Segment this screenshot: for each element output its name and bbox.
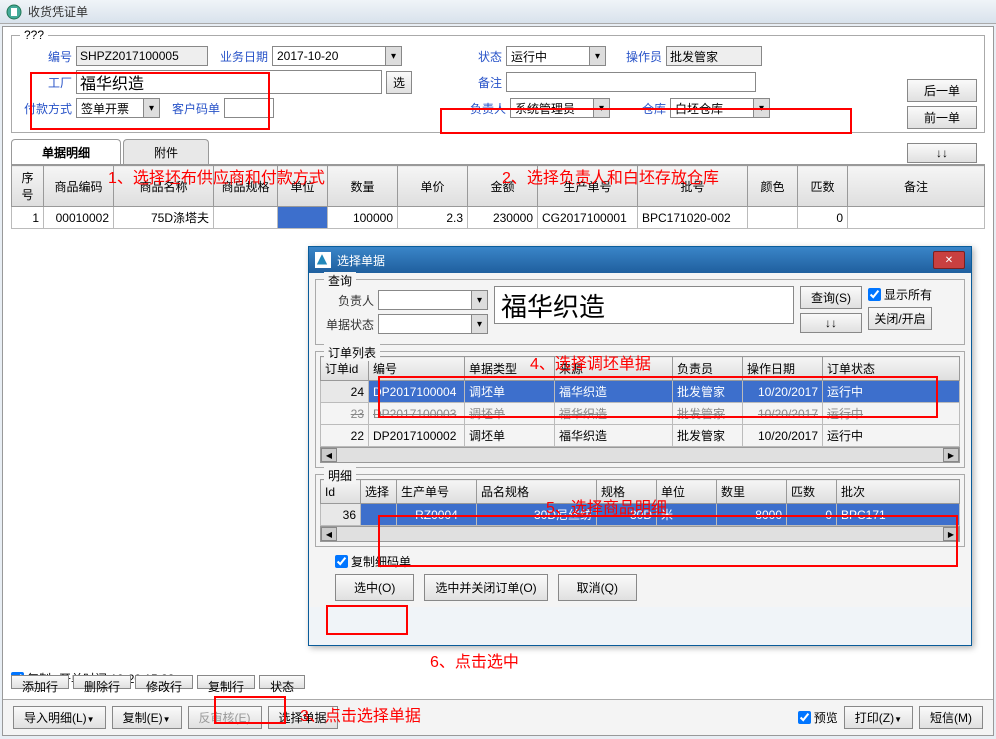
nav-buttons-column: 后一单 前一单 ↓↓	[907, 79, 977, 163]
copyrow-button[interactable]: 复制行	[197, 675, 255, 689]
customercode-label: 客户码单	[164, 100, 220, 117]
tab-attach[interactable]: 附件	[123, 139, 209, 164]
status-dropdown[interactable]: 运行中	[506, 46, 606, 66]
dialog-title-bar: 选择单据 ✕	[309, 247, 971, 273]
table-row[interactable]: 22 DP2017100002 调坯单 福华织造 批发管家 10/20/2017…	[321, 425, 960, 447]
paymethod-label: 付款方式	[20, 100, 72, 117]
col-dbatch[interactable]: 批次	[837, 480, 960, 504]
dlg-status-label: 单据状态	[322, 316, 374, 333]
col-dqty[interactable]: 数里	[717, 480, 787, 504]
remark-label: 备注	[450, 74, 502, 91]
dialog-icon	[315, 252, 331, 268]
col-dsel[interactable]: 选择	[361, 480, 397, 504]
annotation-6: 6、点击选中	[430, 648, 519, 672]
col-remark[interactable]: 备注	[848, 166, 985, 207]
col-orderno[interactable]: 编号	[369, 357, 465, 381]
query-legend: 查询	[324, 272, 356, 289]
table-row[interactable]: 23 DP2017100003 调坯单 福华织造 批发管家 10/20/2017…	[321, 403, 960, 425]
pick-factory-button[interactable]: 选	[386, 71, 412, 94]
header-legend: ???	[20, 28, 48, 42]
col-code[interactable]: 商品编码	[44, 166, 114, 207]
tab-detail[interactable]: 单据明细	[11, 139, 121, 164]
header-fieldset: ??? 编号 业务日期 2017-10-20 状态 运行中 操作员 工厂 选 备…	[11, 35, 985, 133]
showall-checkbox[interactable]: 显示所有	[868, 286, 932, 303]
col-dpi[interactable]: 匹数	[787, 480, 837, 504]
orderlist-legend: 订单列表	[324, 344, 380, 361]
dlg-cancel-button[interactable]: 取消(Q)	[558, 574, 637, 601]
customercode-input[interactable]	[224, 98, 274, 118]
dlg-select-close-button[interactable]: 选中并关闭订单(O)	[424, 574, 547, 601]
select-doc-dialog: 选择单据 ✕ 查询 负责人 单据状态	[308, 246, 972, 646]
annotation-3: 3、点击选择单据	[300, 702, 421, 726]
table-row[interactable]: 24 DP2017100004 调坯单 福华织造 批发管家 10/20/2017…	[321, 381, 960, 403]
dlg-responsible-dropdown[interactable]	[378, 290, 488, 310]
print-button[interactable]: 打印(Z)▼	[844, 706, 913, 729]
serial-label: 编号	[20, 48, 72, 65]
dlg-responsible-label: 负责人	[322, 292, 374, 309]
query-fieldset: 查询 负责人 单据状态	[315, 279, 965, 345]
col-orderstatus[interactable]: 订单状态	[823, 357, 960, 381]
orderlist-scrollbar[interactable]: ◀▶	[320, 447, 960, 463]
col-pi[interactable]: 匹数	[798, 166, 848, 207]
table-row[interactable]: 1 00010002 75D涤塔夫 100000 2.3 230000 CG20…	[12, 207, 985, 229]
bizdate-label: 业务日期	[212, 48, 268, 65]
col-opdate[interactable]: 操作日期	[743, 357, 823, 381]
review-button: 反审核(E)	[188, 706, 262, 729]
annotation-5: 5、选择商品明细	[546, 494, 667, 518]
bottom-bar: 导入明细(L)▼ 复制(E)▼ 反审核(E) 选择单据 预览 打印(Z)▼ 短信…	[3, 699, 993, 735]
responsible-label: 负责人	[454, 100, 506, 117]
close-icon[interactable]: ✕	[933, 251, 965, 269]
dialog-body: 查询 负责人 单据状态	[309, 273, 971, 607]
addrow-button[interactable]: 添加行	[11, 675, 69, 689]
col-seq[interactable]: 序号	[12, 166, 44, 207]
dlg-query-button[interactable]: 查询(S)	[800, 286, 862, 309]
col-qty[interactable]: 数量	[328, 166, 398, 207]
copy-detail-checkbox[interactable]: 复制细码单	[335, 553, 411, 570]
paymethod-dropdown[interactable]: 签单开票	[76, 98, 160, 118]
warehouse-dropdown[interactable]: 白坯仓库	[670, 98, 770, 118]
remark-input[interactable]	[506, 72, 756, 92]
dialog-title: 选择单据	[337, 252, 385, 269]
import-button[interactable]: 导入明细(L)▼	[13, 706, 106, 729]
col-color[interactable]: 颜色	[748, 166, 798, 207]
col-price[interactable]: 单价	[398, 166, 468, 207]
annotation-1: 1、选择坯布供应商和付款方式	[108, 164, 325, 188]
status-label: 状态	[450, 48, 502, 65]
annotation-4: 4、选择调坯单据	[530, 350, 651, 374]
sms-button[interactable]: 短信(M)	[919, 706, 983, 729]
dlg-search-input[interactable]	[494, 286, 794, 324]
delrow-button[interactable]: 删除行	[73, 675, 131, 689]
responsible-dropdown[interactable]: 系统管理员	[510, 98, 610, 118]
col-dprodno[interactable]: 生产单号	[397, 480, 477, 504]
preview-checkbox[interactable]: 预览	[798, 709, 838, 726]
prev-doc-button[interactable]: 前一单	[907, 106, 977, 129]
window-title: 收货凭证单	[28, 3, 88, 20]
factory-label: 工厂	[20, 74, 72, 91]
operator-input	[666, 46, 762, 66]
arrows-button[interactable]: ↓↓	[907, 143, 977, 163]
annotation-2: 2、选择负责人和白坯存放仓库	[502, 164, 719, 188]
editrow-button[interactable]: 修改行	[135, 675, 193, 689]
factory-input[interactable]	[76, 70, 382, 94]
app-icon	[6, 4, 22, 20]
detaillist-scrollbar[interactable]: ◀▶	[320, 526, 960, 542]
operator-label: 操作员	[610, 48, 662, 65]
col-orderresp[interactable]: 负责员	[673, 357, 743, 381]
dlg-select-button[interactable]: 选中(O)	[335, 574, 414, 601]
window-title-bar: 收货凭证单	[0, 0, 996, 24]
dlg-status-dropdown[interactable]	[378, 314, 488, 334]
dlg-arrows-button[interactable]: ↓↓	[800, 313, 862, 333]
detaillist-legend: 明细	[324, 467, 356, 484]
copy-button[interactable]: 复制(E)▼	[112, 706, 182, 729]
detail-tabs: 单据明细 附件	[11, 139, 985, 165]
close-toggle-button[interactable]: 关闭/开启	[868, 307, 932, 330]
next-doc-button[interactable]: 后一单	[907, 79, 977, 102]
bizdate-dropdown[interactable]: 2017-10-20	[272, 46, 402, 66]
warehouse-label: 仓库	[614, 100, 666, 117]
status-button[interactable]: 状态	[259, 675, 305, 689]
serial-input	[76, 46, 208, 66]
